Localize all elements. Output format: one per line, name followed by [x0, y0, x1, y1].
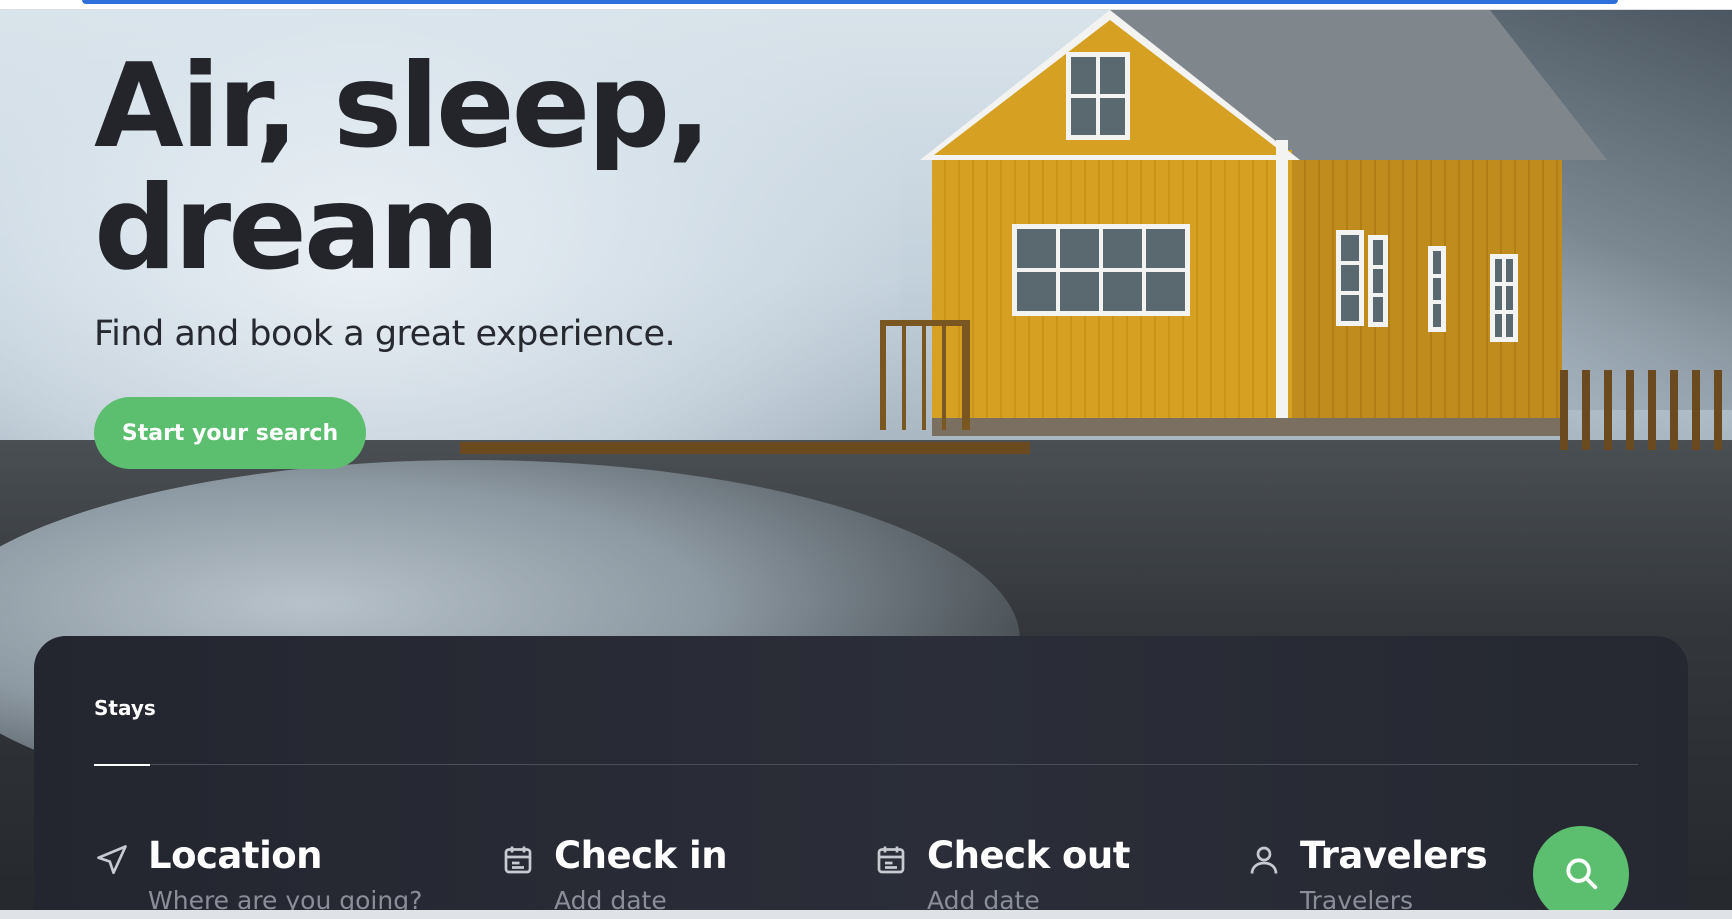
tab-divider [94, 764, 1638, 765]
search-submit-button[interactable] [1533, 826, 1629, 919]
check-in-field[interactable]: Check in Add date [500, 834, 860, 919]
navigation-arrow-icon [94, 842, 130, 878]
user-icon [1246, 842, 1282, 878]
search-icon [1562, 854, 1600, 895]
location-field[interactable]: Location Where are you going? [94, 834, 474, 919]
travelers-field[interactable]: Travelers Travelers [1246, 834, 1546, 919]
wooden-fence [1560, 370, 1730, 450]
check-out-label: Check out [927, 834, 1130, 877]
check-out-field[interactable]: Check out Add date [873, 834, 1233, 919]
hero-title: Air, sleep, dream [94, 39, 711, 296]
wooden-deck [880, 320, 970, 430]
hero-subtitle: Find and book a great experience. [94, 314, 676, 354]
check-in-label: Check in [554, 834, 728, 877]
hero-house-image [920, 10, 1608, 436]
search-panel: Stays Location Where are you going? Chec… [34, 636, 1688, 919]
browser-bottom-edge [0, 910, 1732, 919]
calendar-icon [500, 842, 536, 878]
wooden-pier [460, 442, 1030, 454]
tab-stays[interactable]: Stays [94, 696, 156, 720]
start-search-button[interactable]: Start your search [94, 397, 366, 469]
top-accent-bar [82, 0, 1618, 4]
calendar-icon [873, 842, 909, 878]
location-label: Location [148, 834, 323, 877]
active-tab-indicator [94, 764, 150, 766]
travelers-label: Travelers [1300, 834, 1488, 877]
